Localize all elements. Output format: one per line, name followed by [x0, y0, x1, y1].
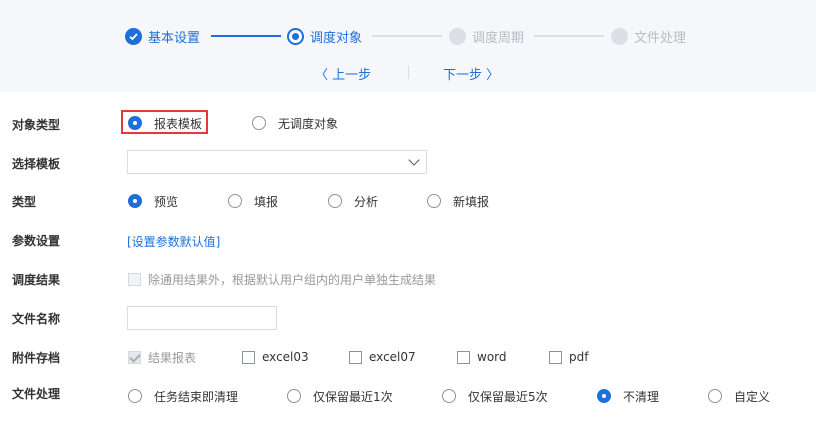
radio-label: 预览 — [154, 194, 179, 209]
custom-cleanup-radio[interactable]: 自定义 — [708, 387, 770, 405]
checkbox-icon — [128, 272, 141, 286]
attach-result-report-checkbox[interactable]: 结果报表 — [128, 348, 196, 366]
step-label: 调度周期 — [472, 30, 525, 46]
radio-label: 填报 — [254, 194, 279, 209]
next-step-button[interactable]: 下一步 〉 — [443, 64, 499, 83]
radio-icon — [328, 194, 342, 208]
attach-pdf-checkbox[interactable]: pdf — [549, 348, 588, 366]
radio-selected-icon — [597, 389, 611, 403]
pending-step-icon — [611, 27, 628, 45]
type-preview-radio[interactable]: 预览 — [128, 192, 178, 210]
step-schedule-cycle[interactable]: 调度周期 — [449, 26, 524, 46]
checkbox-icon — [349, 350, 362, 364]
checkbox-label: word — [477, 350, 507, 364]
step-schedule-object[interactable]: 调度对象 — [287, 26, 362, 46]
object-type-report-template-radio[interactable]: 报表模板 — [128, 114, 202, 132]
checkbox-label: excel03 — [262, 350, 309, 364]
checkbox-icon — [549, 350, 562, 364]
radio-selected-icon — [128, 194, 142, 208]
attach-excel03-checkbox[interactable]: excel03 — [242, 348, 309, 366]
step-connector — [211, 35, 281, 37]
attach-word-checkbox[interactable]: word — [457, 348, 507, 366]
file-name-label: 文件名称 — [12, 312, 61, 326]
radio-label: 任务结束即清理 — [154, 389, 239, 404]
keep-last-1-radio[interactable]: 仅保留最近1次 — [287, 387, 393, 405]
checkbox-icon — [457, 350, 470, 364]
radio-label: 分析 — [354, 194, 379, 209]
radio-icon — [228, 194, 242, 208]
radio-icon — [427, 194, 441, 208]
radio-icon — [128, 389, 142, 403]
checkbox-label: 结果报表 — [148, 350, 197, 365]
attach-excel07-checkbox[interactable]: excel07 — [349, 348, 416, 366]
radio-label: 自定义 — [734, 389, 771, 404]
object-type-label: 对象类型 — [12, 118, 61, 132]
set-param-defaults-link[interactable]: [设置参数默认值] — [127, 233, 220, 250]
select-template-label: 选择模板 — [12, 157, 61, 171]
type-new-fill-radio[interactable]: 新填报 — [427, 192, 489, 210]
step-connector — [372, 35, 442, 37]
object-type-none-radio[interactable]: 无调度对象 — [252, 114, 338, 132]
checkbox-checked-icon — [128, 350, 141, 364]
pending-step-icon — [449, 27, 466, 45]
checkbox-label: excel07 — [369, 350, 416, 364]
no-cleanup-radio[interactable]: 不清理 — [597, 387, 659, 405]
per-user-result-checkbox[interactable]: 除通用结果外，根据默认用户组内的用户单独生成结果 — [128, 270, 436, 288]
prev-step-button[interactable]: 〈 上一步 — [315, 64, 371, 83]
radio-icon — [442, 389, 456, 403]
chevron-down-icon — [408, 154, 420, 166]
type-fill-radio[interactable]: 填报 — [228, 192, 278, 210]
radio-icon — [708, 389, 722, 403]
file-handling-label: 文件处理 — [12, 387, 61, 401]
template-select[interactable] — [127, 150, 427, 174]
radio-label: 无调度对象 — [278, 116, 339, 131]
checkbox-label: 除通用结果外，根据默认用户组内的用户单独生成结果 — [148, 272, 437, 287]
radio-icon — [252, 116, 266, 130]
schedule-result-label: 调度结果 — [12, 273, 61, 287]
radio-label: 不清理 — [623, 389, 660, 404]
checkbox-label: pdf — [569, 350, 589, 364]
keep-last-5-radio[interactable]: 仅保留最近5次 — [442, 387, 548, 405]
cleanup-on-finish-radio[interactable]: 任务结束即清理 — [128, 387, 238, 405]
step-label: 基本设置 — [148, 30, 201, 46]
radio-label: 报表模板 — [154, 116, 203, 131]
active-step-icon — [287, 27, 304, 45]
radio-icon — [287, 389, 301, 403]
step-basic-settings[interactable]: 基本设置 — [125, 26, 200, 46]
type-label: 类型 — [12, 195, 37, 209]
file-name-input[interactable] — [127, 306, 277, 330]
radio-label: 仅保留最近5次 — [468, 389, 548, 404]
radio-label: 仅保留最近1次 — [313, 389, 393, 404]
step-connector — [534, 35, 604, 37]
wizard-header: 基本设置 调度对象 调度周期 文件处理 〈 上一步 下一步 〉 — [0, 0, 816, 92]
step-label: 调度对象 — [310, 30, 363, 46]
radio-selected-icon — [128, 116, 142, 130]
param-settings-label: 参数设置 — [12, 234, 61, 248]
step-label: 文件处理 — [634, 30, 687, 46]
step-file-handling[interactable]: 文件处理 — [611, 26, 686, 46]
type-analysis-radio[interactable]: 分析 — [328, 192, 378, 210]
attachment-archive-label: 附件存档 — [12, 351, 61, 365]
nav-divider — [408, 66, 409, 79]
radio-label: 新填报 — [453, 194, 490, 209]
check-circle-icon — [125, 27, 142, 45]
checkbox-icon — [242, 350, 255, 364]
